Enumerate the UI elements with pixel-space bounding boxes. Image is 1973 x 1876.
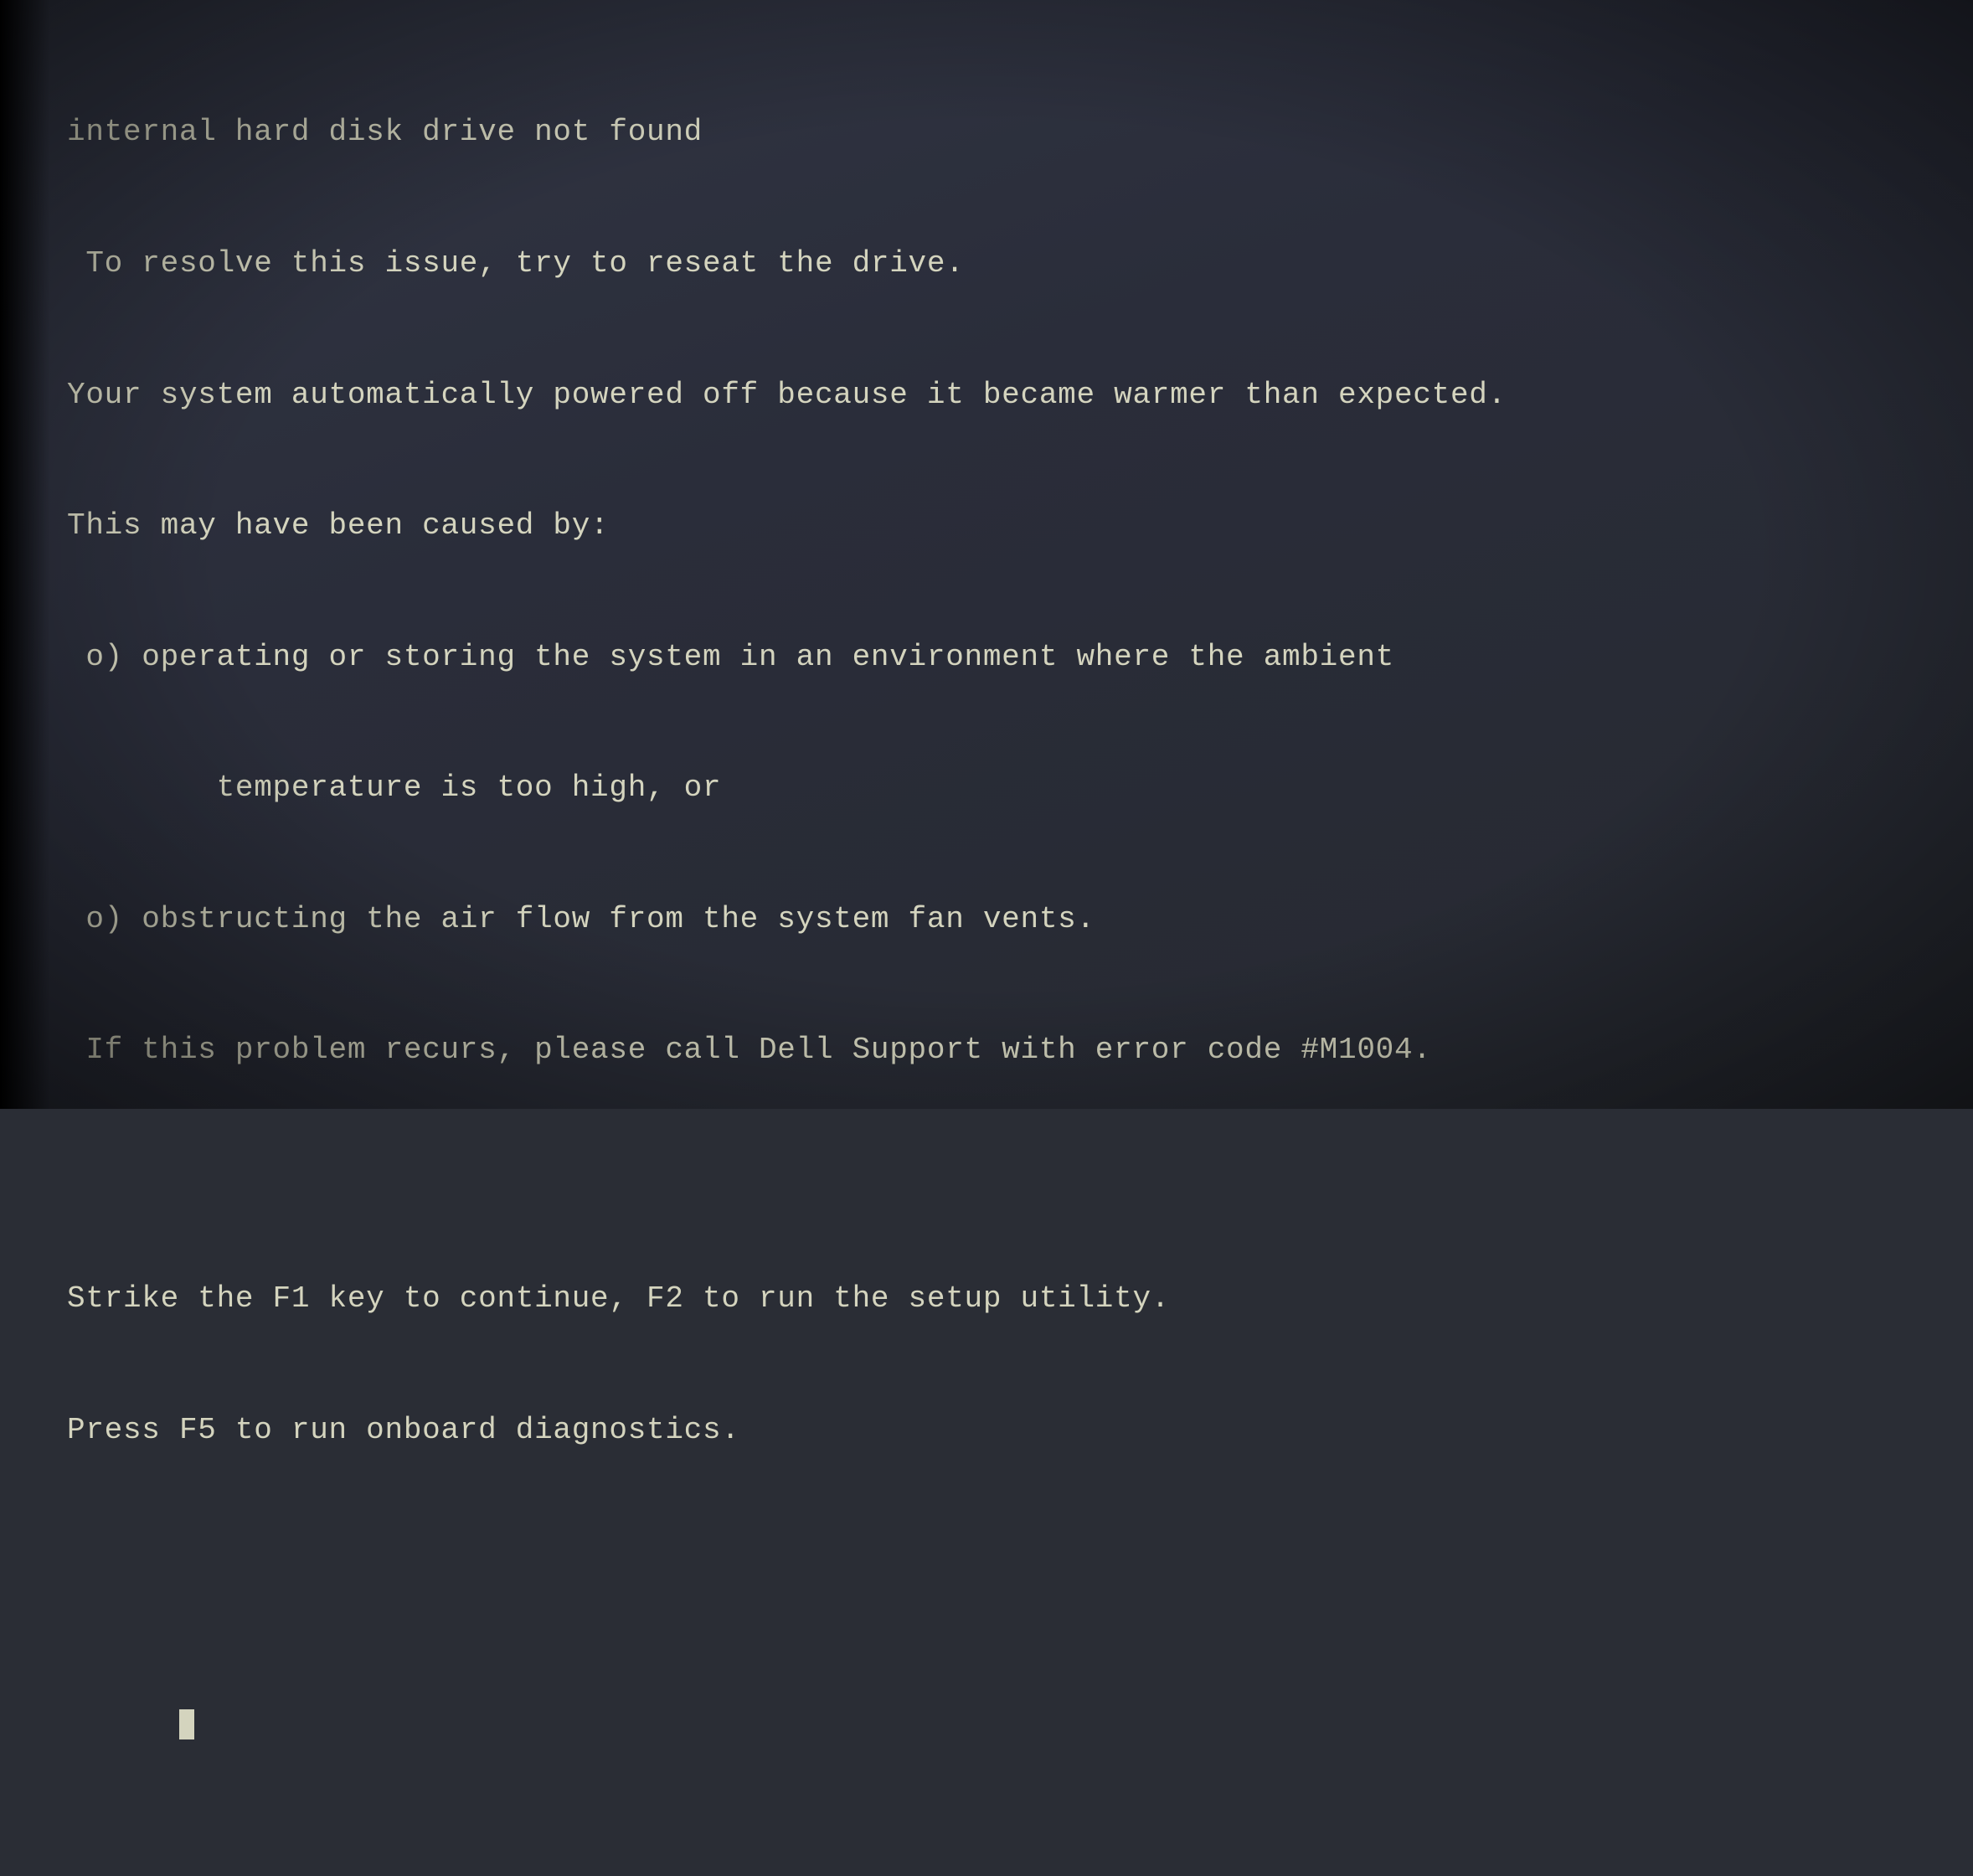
- spacer-line-2: [67, 1539, 1923, 1569]
- error-line-8: If this problem recurs, please call Dell…: [67, 1028, 1923, 1072]
- error-line-3: Your system automatically powered off be…: [67, 374, 1923, 417]
- error-line-2: To resolve this issue, try to reseat the…: [67, 242, 1923, 286]
- prompt-line-1: Strike the F1 key to continue, F2 to run…: [67, 1277, 1923, 1321]
- error-line-4: This may have been caused by:: [67, 504, 1923, 548]
- bios-cursor: [179, 1709, 194, 1739]
- bios-output: internal hard disk drive not found To re…: [67, 23, 1923, 1876]
- spacer-line: [67, 1160, 1923, 1190]
- cursor-line: [67, 1657, 1923, 1789]
- error-line-5: o) operating or storing the system in an…: [67, 636, 1923, 679]
- bios-screen: internal hard disk drive not found To re…: [0, 0, 1973, 1109]
- prompt-line-2: Press F5 to run onboard diagnostics.: [67, 1409, 1923, 1452]
- error-line-1: internal hard disk drive not found: [67, 111, 1923, 154]
- error-line-6: temperature is too high, or: [67, 766, 1923, 810]
- error-line-7: o) obstructing the air flow from the sys…: [67, 898, 1923, 941]
